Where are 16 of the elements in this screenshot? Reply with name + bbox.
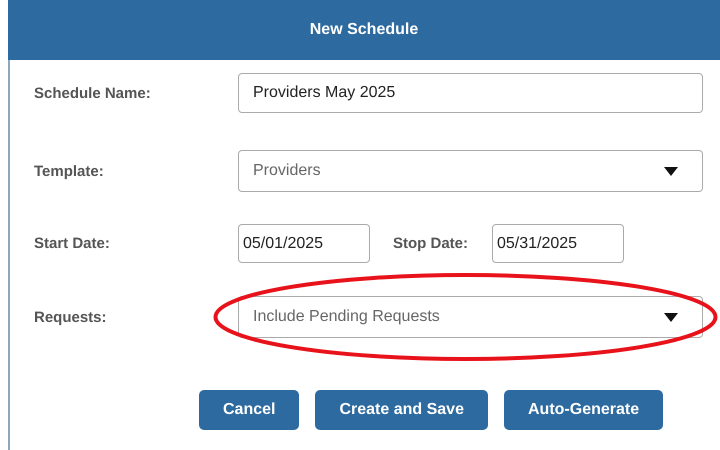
date-field[interactable]: 05/31/2025 (492, 224, 624, 263)
dropdown[interactable]: Include Pending Requests (238, 296, 703, 338)
dropdown[interactable]: Providers (238, 150, 703, 192)
text-field[interactable]: Providers May 2025 (238, 73, 703, 113)
caret-icon (664, 312, 678, 322)
create-button[interactable]: Create and Save (315, 390, 488, 430)
field-label: Stop Date: (393, 235, 468, 252)
generate-button[interactable]: Auto-Generate (504, 390, 664, 430)
date-field[interactable]: 05/01/2025 (238, 224, 370, 263)
field-label: Template: (34, 162, 104, 180)
field-label: Start Date: (34, 235, 110, 252)
field-label: Schedule Name: (34, 84, 151, 102)
dialog-title: New Schedule (310, 21, 418, 39)
cancel-button[interactable]: Cancel (199, 390, 300, 430)
caret-icon (664, 166, 678, 176)
field-label: Requests: (34, 308, 107, 326)
